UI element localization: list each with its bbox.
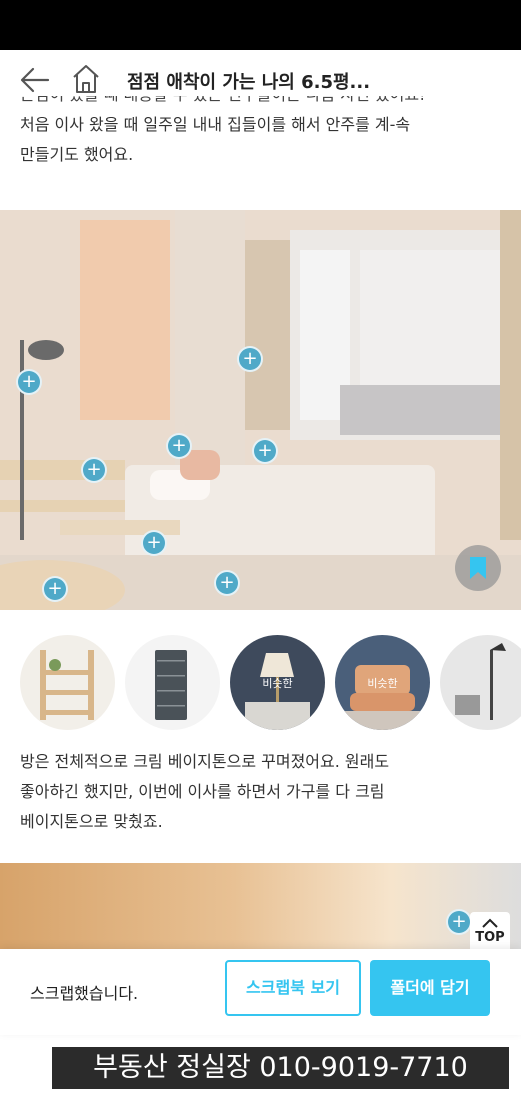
room-photo-2[interactable]: + — [0, 863, 521, 963]
product-hotspot[interactable]: + — [446, 909, 472, 935]
body-paragraph: 방은 전체적으로 크림 베이지톤으로 꾸며졌어요. 원래도 좋아하긴 했지만, … — [20, 747, 500, 837]
body-line: 베이지톤으로 맞췄죠. — [20, 812, 163, 831]
body-line: 좋아하긴 했지만, 이번에 이사를 하면서 가구를 다 크림 — [20, 782, 385, 801]
thumb-tag: 비슷한 — [262, 677, 293, 690]
chevron-up-icon — [482, 918, 498, 928]
scroll-top-button[interactable]: TOP — [470, 912, 510, 954]
product-thumb-floor-lamp[interactable] — [440, 635, 521, 730]
view-scrapbook-button[interactable]: 스크랩북 보기 — [225, 960, 361, 1016]
page-title: 점점 애착이 가는 나의 6.5평... — [127, 72, 371, 93]
thumb-tag: 비슷한 — [367, 677, 398, 690]
drawer-cabinet-image — [155, 650, 187, 720]
room-photo-illustration — [0, 210, 521, 610]
product-thumb-wooden-shelf[interactable] — [20, 635, 115, 730]
realtor-watermark-banner: 부동산 정실장 010-9019-7710 — [52, 1047, 509, 1089]
product-hotspot[interactable]: + — [16, 369, 42, 395]
toast-message: 스크랩했습니다. — [30, 984, 139, 1003]
product-hotspot[interactable]: + — [252, 438, 278, 464]
product-thumb-drawer-cabinet[interactable] — [125, 635, 220, 730]
product-hotspot[interactable]: + — [214, 570, 240, 596]
intro-line: 손님이 왔을 때 대응할 수 있는 친구들이는 나름 자신 있어요! — [20, 96, 500, 110]
product-hotspot[interactable]: + — [42, 576, 68, 602]
intro-line: 처음 이사 왔을 때 일주일 내내 집들이를 해서 안주를 계-속 — [20, 115, 411, 134]
intro-paragraph: 손님이 왔을 때 대응할 수 있는 친구들이는 나름 자신 있어요! 처음 이사… — [20, 96, 500, 188]
wooden-shelf-image — [40, 650, 94, 720]
scrap-toast: 스크랩했습니다. 스크랩북 보기 폴더에 담기 — [0, 949, 521, 1035]
back-arrow-icon[interactable] — [20, 66, 50, 94]
floor-lamp-image — [455, 643, 506, 720]
status-bar — [0, 0, 521, 50]
scroll-top-label: TOP — [475, 930, 505, 945]
room-photo[interactable]: + + + + + + + + — [0, 210, 521, 610]
product-hotspot[interactable]: + — [141, 530, 167, 556]
product-thumbnails: 비슷한 비슷한 — [20, 635, 521, 730]
product-hotspot[interactable]: + — [166, 433, 192, 459]
home-icon[interactable] — [72, 64, 100, 94]
product-hotspot[interactable]: + — [237, 346, 263, 372]
product-thumb-table-lamp[interactable]: 비슷한 — [230, 635, 325, 730]
intro-line: 만들기도 했어요. — [20, 145, 134, 164]
bookmark-button[interactable] — [455, 545, 501, 591]
product-hotspot[interactable]: + — [81, 457, 107, 483]
body-line: 방은 전체적으로 크림 베이지톤으로 꾸며졌어요. 원래도 — [20, 752, 390, 771]
add-to-folder-button[interactable]: 폴더에 담기 — [370, 960, 490, 1016]
product-thumb-floor-chair[interactable]: 비슷한 — [335, 635, 430, 730]
bookmark-icon — [470, 557, 486, 579]
